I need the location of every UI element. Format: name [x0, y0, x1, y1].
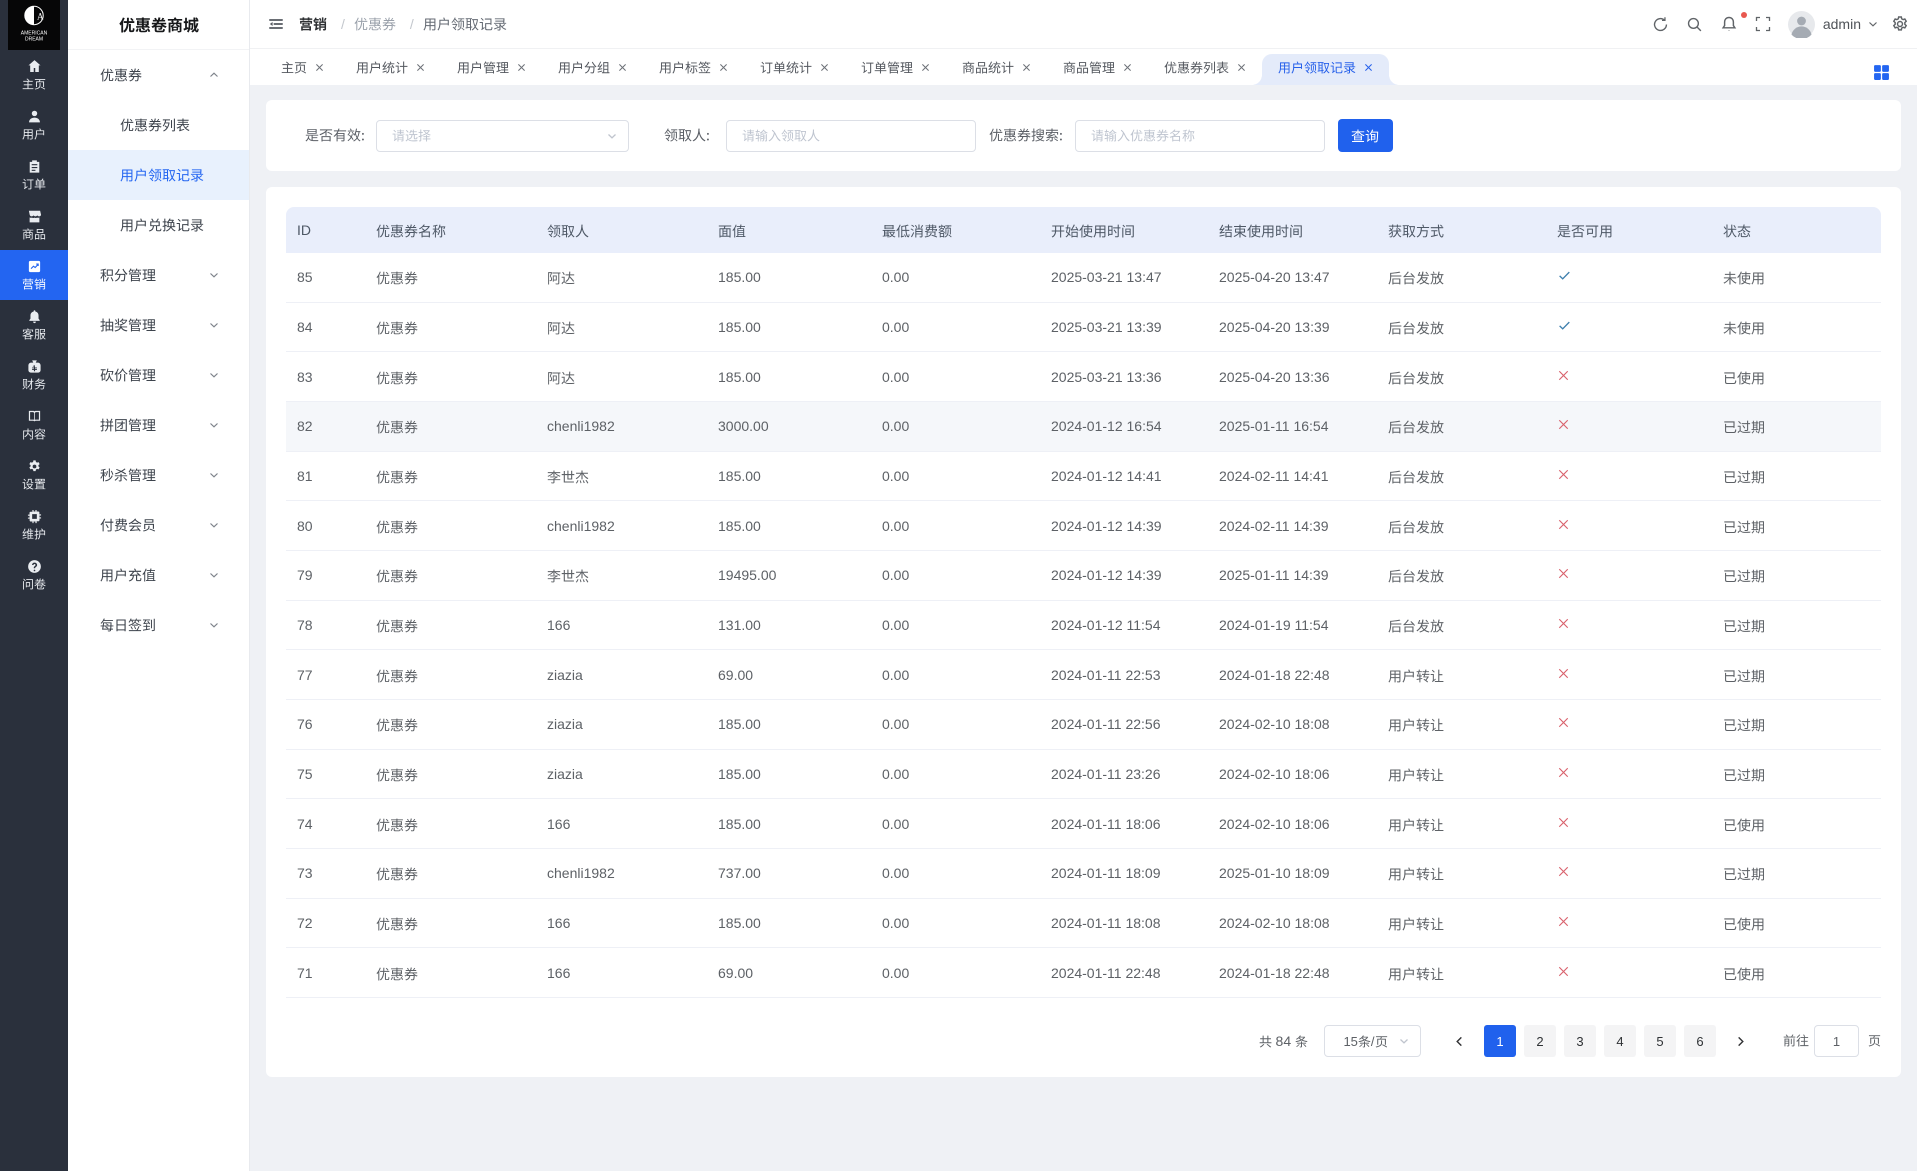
svg-text:DREAM: DREAM: [25, 37, 43, 43]
svg-text:A: A: [37, 12, 44, 22]
